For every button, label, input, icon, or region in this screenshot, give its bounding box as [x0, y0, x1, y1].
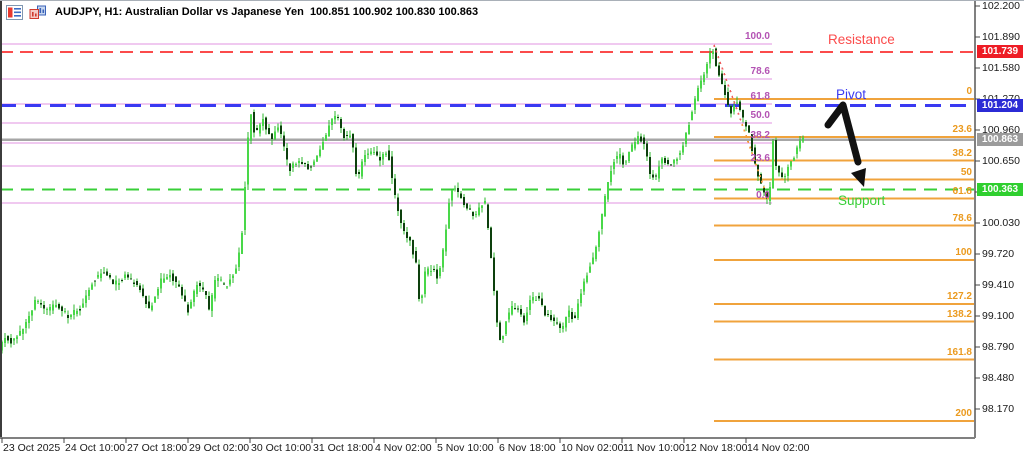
current-price-badge: 100.863 [977, 133, 1023, 146]
candlestick-series [1, 48, 804, 354]
pivot-price-badge: 101.204 [977, 99, 1023, 112]
resistance-label[interactable]: Resistance [828, 32, 895, 47]
trend-arrow[interactable] [828, 105, 866, 187]
market-watch-icon[interactable] [6, 5, 23, 20]
pivot-label[interactable]: Pivot [836, 87, 866, 102]
fib-diagonal-line [714, 45, 742, 124]
support-price-badge: 100.363 [977, 183, 1023, 196]
price-chart-canvas[interactable] [0, 1, 1024, 463]
support-label[interactable]: Support [838, 193, 885, 208]
chart-title: AUDJPY, H1: Australian Dollar vs Japanes… [55, 6, 478, 18]
chart-window-icon[interactable] [29, 5, 46, 20]
chart-header: AUDJPY, H1: Australian Dollar vs Japanes… [6, 4, 478, 20]
resistance-price-badge: 101.739 [977, 45, 1023, 58]
chart-window: AUDJPY, H1: Australian Dollar vs Japanes… [0, 0, 1024, 462]
